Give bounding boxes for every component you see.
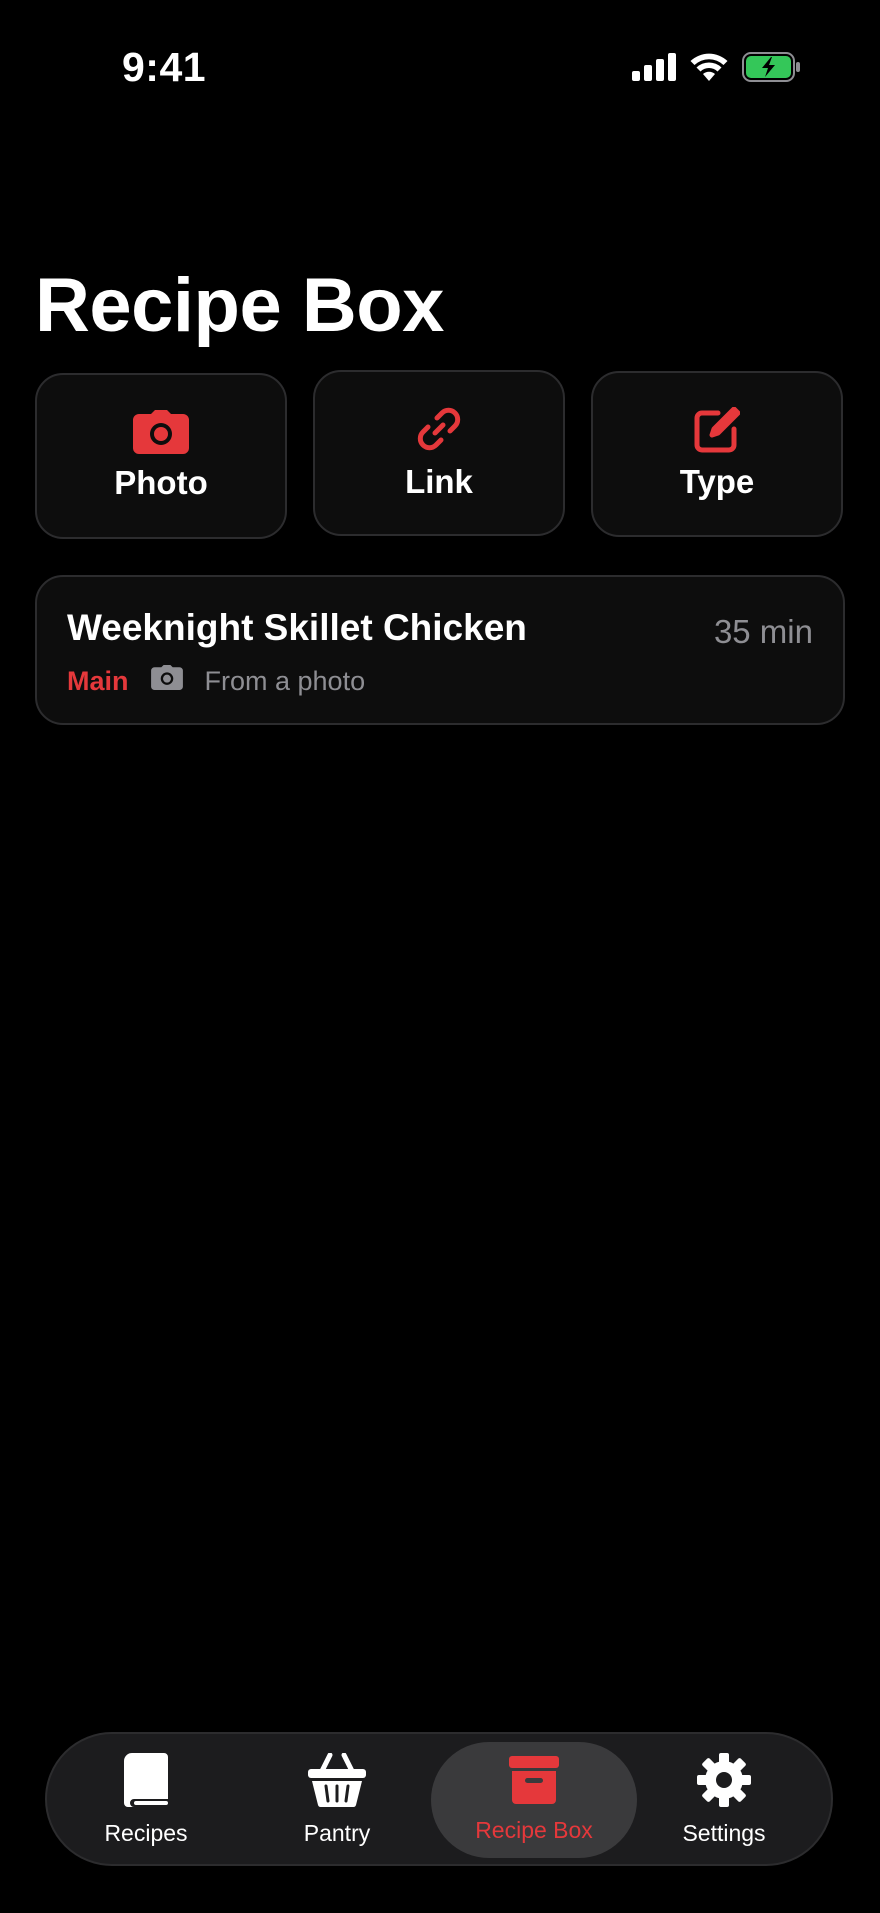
status-time: 9:41 <box>122 44 207 90</box>
tab-bar: Recipes Pantry Recipe Box Settings <box>45 1732 833 1866</box>
recipe-name: Weeknight Skillet Chicken <box>67 607 527 648</box>
recipe-time: 35 min <box>713 613 813 650</box>
archive-box-icon <box>509 1756 559 1809</box>
status-bar: 9:41 <box>0 0 880 140</box>
recipe-source: From a photo <box>204 665 366 696</box>
tab-label: Recipe Box <box>475 1817 593 1843</box>
photo-button-label: Photo <box>114 464 208 501</box>
status-icons <box>632 52 802 87</box>
type-button[interactable]: Type <box>591 371 843 537</box>
compose-icon <box>694 407 740 453</box>
recipe-card[interactable]: Weeknight Skillet Chicken 35 min Main Fr… <box>35 575 845 725</box>
photo-button[interactable]: Photo <box>35 373 287 539</box>
import-actions: Photo Link Type <box>35 370 845 542</box>
recipe-meta: Main From a photo <box>67 665 365 697</box>
page-title: Recipe Box <box>35 263 444 348</box>
tab-recipe-box[interactable]: Recipe Box <box>431 1742 637 1858</box>
type-button-label: Type <box>679 463 755 500</box>
recipe-category: Main <box>67 665 129 696</box>
battery-icon <box>742 52 802 87</box>
link-icon <box>415 405 463 453</box>
camera-icon <box>133 410 189 454</box>
link-button[interactable]: Link <box>313 370 565 536</box>
gear-icon <box>697 1753 751 1812</box>
tab-recipes[interactable]: Recipes <box>52 1742 240 1858</box>
link-button-label: Link <box>405 463 473 500</box>
tab-pantry[interactable]: Pantry <box>243 1742 431 1858</box>
tab-label: Recipes <box>104 1820 188 1846</box>
tab-settings[interactable]: Settings <box>630 1742 818 1858</box>
cellular-signal-icon <box>632 53 676 86</box>
camera-icon <box>150 665 183 697</box>
basket-icon <box>308 1752 366 1812</box>
book-icon <box>124 1753 168 1812</box>
tab-label: Pantry <box>303 1820 371 1846</box>
wifi-icon <box>690 53 728 86</box>
tab-label: Settings <box>682 1820 766 1846</box>
